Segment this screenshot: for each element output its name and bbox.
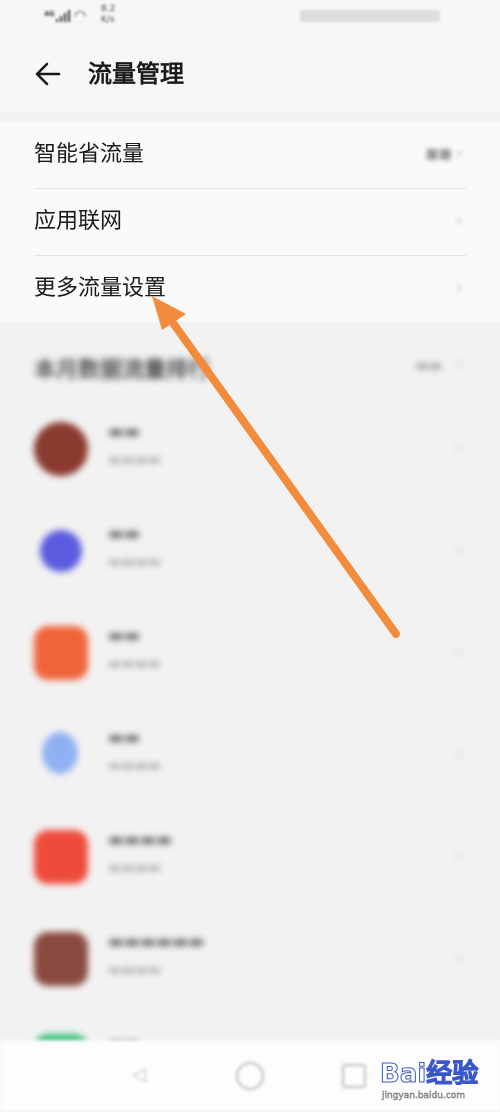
chevron-right-icon: › — [455, 540, 462, 559]
chevron-down-icon: › — [456, 356, 462, 372]
status-bar: 4G ◠ 8.2 K/s — [0, 0, 500, 36]
network-speed: 8.2 K/s — [101, 4, 116, 25]
ranking-section: 本月数据流量排行 ▬▬ › ▬▬ ▬▬▬▬ › ▬▬ ▬▬▬▬ › ▬▬ ▬▬▬… — [0, 330, 500, 1111]
app-usage-placeholder: ▬▬▬▬ — [108, 860, 161, 876]
app-name-placeholder: ▬▬ — [108, 422, 141, 442]
ranking-header: 本月数据流量排行 ▬▬ › — [0, 330, 500, 400]
app-name-placeholder: ▬▬ — [108, 524, 141, 544]
ranking-title: 本月数据流量排行 — [34, 358, 211, 383]
network-type: 4G — [44, 10, 55, 18]
app-name-placeholder: ▬▬▬▬▬▬ — [108, 932, 205, 952]
chevron-right-icon: › — [456, 280, 462, 296]
setting-label: 更多流量设置 — [34, 276, 167, 301]
chevron-right-icon: › — [456, 213, 462, 229]
setting-app-network[interactable]: 应用联网 › — [0, 189, 500, 256]
chevron-right-icon: › — [455, 438, 462, 457]
app-row[interactable]: ▬▬ ▬▬▬▬ › — [0, 604, 500, 704]
app-name-placeholder: ▬▬▬▬ — [108, 830, 173, 850]
app-row[interactable]: ▬▬ ▬▬▬▬ › — [0, 706, 500, 806]
page-title: 流量管理 — [88, 60, 184, 88]
watermark-site: jingyan.baidu.com — [382, 1091, 466, 1102]
chevron-right-icon: › — [455, 846, 462, 865]
nav-back-icon[interactable]: ◁ — [132, 1064, 146, 1085]
app-name-placeholder: ▬▬ — [108, 728, 141, 748]
app-bar: 流量管理 — [0, 36, 500, 112]
app-usage-placeholder: ▬▬▬▬ — [108, 962, 161, 978]
setting-label: 智能省流量 — [34, 142, 145, 167]
app-name-placeholder: ▬▬ — [108, 626, 141, 646]
app-usage-placeholder: ▬▬▬▬ — [108, 452, 161, 468]
app-circle-icon — [40, 530, 82, 572]
app-orange-icon — [34, 626, 88, 680]
chevron-right-icon: › — [455, 948, 462, 967]
setting-more-data[interactable]: 更多流量设置 › — [0, 256, 500, 323]
app-row[interactable]: ▬▬ ▬▬▬▬ › — [0, 400, 500, 500]
chevron-right-icon: › — [455, 642, 462, 661]
app-row[interactable]: ▬▬ ▬▬▬▬ › — [0, 502, 500, 602]
status-right-indicators — [300, 10, 440, 22]
app-usage-placeholder: ▬▬▬▬ — [108, 554, 161, 570]
setting-smart-saver[interactable]: 智能省流量 ■■ › — [0, 122, 500, 189]
settings-card: 智能省流量 ■■ › 应用联网 › 更多流量设置 › — [0, 122, 500, 322]
setting-label: 应用联网 — [34, 209, 123, 234]
app-brown-icon — [34, 932, 88, 986]
wifi-icon: ◠ — [74, 8, 87, 24]
chevron-right-icon: ■■ › — [425, 146, 462, 162]
app-avatar-icon — [34, 422, 88, 476]
nav-home-icon[interactable] — [236, 1062, 264, 1090]
nav-recent-icon[interactable] — [342, 1064, 366, 1088]
app-usage-placeholder: ▬▬▬▬ — [108, 656, 161, 672]
sort-selector[interactable]: ▬▬ — [416, 358, 442, 374]
app-row[interactable]: ▬▬▬▬ ▬▬▬▬ › — [0, 808, 500, 908]
app-usage-placeholder: ▬▬▬▬ — [108, 758, 161, 774]
app-baidu-icon — [42, 732, 78, 774]
baidu-watermark: Bai经验 jingyan.baidu.com — [379, 1053, 498, 1109]
back-arrow-icon[interactable] — [30, 56, 66, 92]
watermark-logo: Bai经验 — [379, 1059, 479, 1090]
signal-icon — [56, 10, 70, 22]
chevron-right-icon: › — [455, 744, 462, 763]
app-red-icon — [34, 830, 88, 884]
app-row[interactable]: ▬▬▬▬▬▬ ▬▬▬▬ › — [0, 910, 500, 1010]
